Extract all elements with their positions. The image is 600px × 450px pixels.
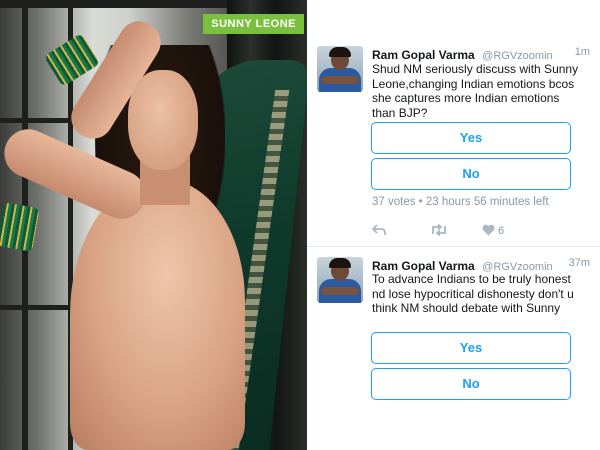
poll-option-yes[interactable]: Yes bbox=[371, 332, 571, 364]
poll-option-yes[interactable]: Yes bbox=[371, 122, 571, 154]
poll-option-no[interactable]: No bbox=[371, 158, 571, 190]
tweet-panel: Ram Gopal Varma @RGVzoomin 1m Shud NM se… bbox=[307, 0, 600, 450]
avatar[interactable] bbox=[317, 46, 363, 92]
bangles bbox=[0, 202, 40, 252]
photo-label: SUNNY LEONE bbox=[203, 14, 304, 34]
like-icon[interactable] bbox=[482, 224, 495, 240]
poll-meta: 37 votes • 23 hours 56 minutes left bbox=[372, 196, 549, 208]
timestamp[interactable]: 37m bbox=[569, 257, 590, 269]
retweet-icon[interactable] bbox=[430, 223, 448, 240]
torso bbox=[70, 180, 245, 450]
tweet-header: Ram Gopal Varma @RGVzoomin 1m bbox=[372, 46, 590, 62]
divider bbox=[307, 246, 600, 247]
timestamp[interactable]: 1m bbox=[575, 46, 590, 58]
photo: SUNNY LEONE bbox=[0, 0, 307, 450]
reply-icon[interactable] bbox=[371, 224, 386, 240]
poll-option-no[interactable]: No bbox=[371, 368, 571, 400]
avatar[interactable] bbox=[317, 257, 363, 303]
author-handle[interactable]: @RGVzoomin bbox=[482, 50, 552, 62]
tweet-text: Shud NM seriously discuss with Sunny Leo… bbox=[372, 62, 579, 120]
author-name[interactable]: Ram Gopal Varma bbox=[372, 48, 475, 62]
tweet-header: Ram Gopal Varma @RGVzoomin 37m bbox=[372, 257, 590, 273]
face bbox=[128, 70, 198, 170]
tweet-text: To advance Indians to be truly honest nd… bbox=[372, 272, 574, 315]
author-name[interactable]: Ram Gopal Varma bbox=[372, 259, 475, 273]
like-count: 6 bbox=[498, 225, 505, 237]
tweet-actions: 6 bbox=[371, 223, 572, 240]
